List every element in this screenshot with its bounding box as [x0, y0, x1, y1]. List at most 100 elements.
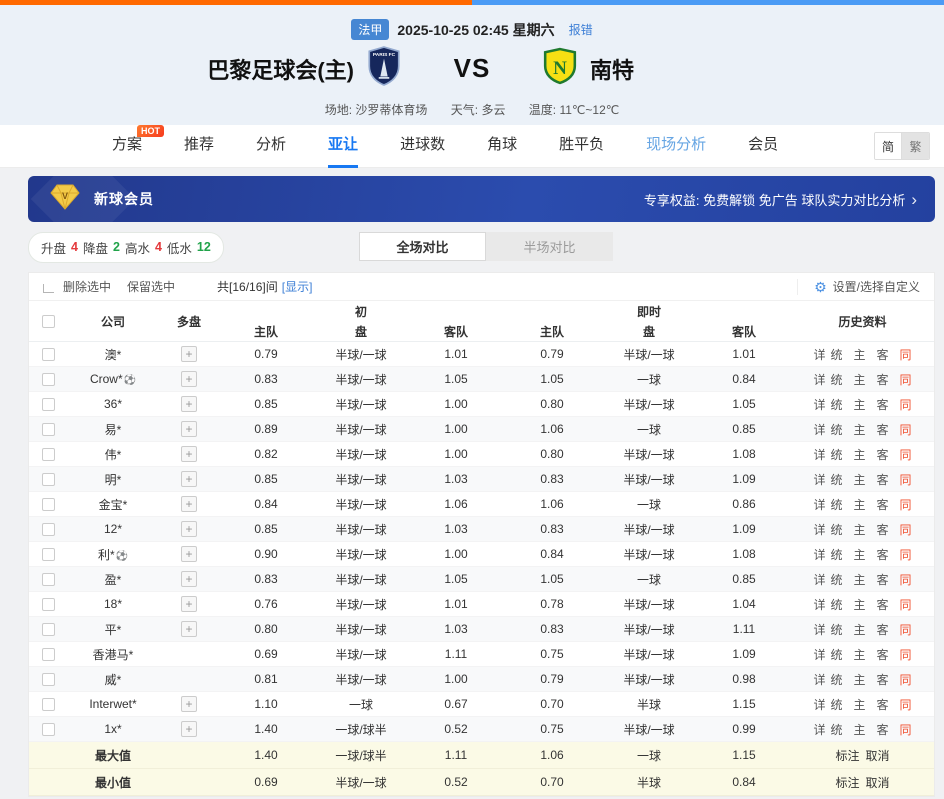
nav-tab-2[interactable]: 分析: [256, 125, 286, 168]
row-checkbox[interactable]: [42, 598, 55, 611]
history-link-2[interactable]: 主: [853, 446, 865, 463]
history-link-0[interactable]: 详: [813, 571, 825, 588]
cancel-button[interactable]: 取消: [866, 776, 890, 790]
row-checkbox[interactable]: [42, 673, 55, 686]
nav-tab-3[interactable]: 亚让: [328, 125, 358, 168]
history-link-0[interactable]: 详: [813, 421, 825, 438]
vip-benefits[interactable]: 专享权益: 免费解锁 免广告 球队实力对比分析: [644, 190, 905, 209]
history-link-4[interactable]: 同: [900, 521, 912, 538]
row-checkbox[interactable]: [42, 423, 55, 436]
row-checkbox[interactable]: [42, 623, 55, 636]
history-link-0[interactable]: 详: [813, 521, 825, 538]
expand-plus-button[interactable]: +: [181, 571, 197, 587]
history-link-1[interactable]: 统: [830, 696, 842, 713]
history-link-4[interactable]: 同: [900, 621, 912, 638]
row-checkbox[interactable]: [42, 498, 55, 511]
row-checkbox[interactable]: [42, 473, 55, 486]
company-name[interactable]: 盈*: [67, 571, 159, 588]
history-link-4[interactable]: 同: [900, 696, 912, 713]
history-link-2[interactable]: 主: [853, 371, 865, 388]
history-link-2[interactable]: 主: [853, 646, 865, 663]
row-checkbox[interactable]: [42, 573, 55, 586]
row-checkbox[interactable]: [42, 448, 55, 461]
history-link-0[interactable]: 详: [813, 446, 825, 463]
expand-plus-button[interactable]: +: [181, 421, 197, 437]
history-link-0[interactable]: 详: [813, 346, 825, 363]
history-link-1[interactable]: 统: [830, 546, 842, 563]
history-link-0[interactable]: 详: [813, 496, 825, 513]
history-link-3[interactable]: 客: [877, 571, 889, 588]
history-link-3[interactable]: 客: [877, 521, 889, 538]
expand-plus-button[interactable]: +: [181, 546, 197, 562]
history-link-1[interactable]: 统: [830, 396, 842, 413]
expand-plus-button[interactable]: +: [181, 521, 197, 537]
expand-plus-button[interactable]: +: [181, 371, 197, 387]
company-name[interactable]: Interwet*: [67, 697, 159, 711]
history-link-1[interactable]: 统: [830, 421, 842, 438]
select-all-checkbox[interactable]: [42, 315, 55, 328]
show-link[interactable]: [显示]: [282, 278, 313, 295]
history-link-2[interactable]: 主: [853, 596, 865, 613]
row-checkbox[interactable]: [42, 523, 55, 536]
expand-plus-button[interactable]: +: [181, 696, 197, 712]
expand-plus-button[interactable]: +: [181, 396, 197, 412]
league-badge[interactable]: 法甲: [351, 19, 389, 40]
mark-button[interactable]: 标注: [835, 776, 859, 790]
lang-simplified-button[interactable]: 简: [875, 133, 902, 159]
history-link-4[interactable]: 同: [900, 496, 912, 513]
history-link-2[interactable]: 主: [853, 621, 865, 638]
history-link-2[interactable]: 主: [853, 346, 865, 363]
vip-banner[interactable]: V 新球会员 专享权益: 免费解锁 免广告 球队实力对比分析 ›: [28, 176, 935, 222]
expand-plus-button[interactable]: +: [181, 596, 197, 612]
history-link-3[interactable]: 客: [877, 421, 889, 438]
company-name[interactable]: 12*: [67, 522, 159, 536]
expand-plus-button[interactable]: +: [181, 346, 197, 362]
history-link-4[interactable]: 同: [900, 371, 912, 388]
company-name[interactable]: 36*: [67, 397, 159, 411]
history-link-1[interactable]: 统: [830, 521, 842, 538]
history-link-1[interactable]: 统: [830, 471, 842, 488]
history-link-0[interactable]: 详: [813, 371, 825, 388]
history-link-2[interactable]: 主: [853, 421, 865, 438]
history-link-3[interactable]: 客: [877, 471, 889, 488]
nav-tab-7[interactable]: 现场分析: [646, 125, 706, 168]
expand-plus-button[interactable]: +: [181, 721, 197, 737]
company-name[interactable]: 1x*: [67, 722, 159, 736]
history-link-2[interactable]: 主: [853, 546, 865, 563]
history-link-0[interactable]: 详: [813, 721, 825, 738]
company-name[interactable]: 18*: [67, 597, 159, 611]
history-link-1[interactable]: 统: [830, 496, 842, 513]
history-link-4[interactable]: 同: [900, 646, 912, 663]
company-name[interactable]: Crow*⚽: [67, 372, 159, 386]
row-checkbox[interactable]: [42, 648, 55, 661]
history-link-3[interactable]: 客: [877, 671, 889, 688]
history-link-3[interactable]: 客: [877, 646, 889, 663]
history-link-0[interactable]: 详: [813, 471, 825, 488]
history-link-4[interactable]: 同: [900, 446, 912, 463]
history-link-4[interactable]: 同: [900, 421, 912, 438]
history-link-1[interactable]: 统: [830, 596, 842, 613]
history-link-3[interactable]: 客: [877, 396, 889, 413]
history-link-3[interactable]: 客: [877, 446, 889, 463]
nav-tab-0[interactable]: 方案HOT: [112, 125, 142, 168]
history-link-0[interactable]: 详: [813, 696, 825, 713]
expand-plus-button[interactable]: +: [181, 496, 197, 512]
history-link-2[interactable]: 主: [853, 496, 865, 513]
history-link-0[interactable]: 详: [813, 671, 825, 688]
row-checkbox[interactable]: [42, 698, 55, 711]
company-name[interactable]: 明*: [67, 471, 159, 488]
keep-selected-button[interactable]: 保留选中: [127, 278, 175, 295]
history-link-3[interactable]: 客: [877, 546, 889, 563]
history-link-3[interactable]: 客: [877, 696, 889, 713]
company-name[interactable]: 澳*: [67, 346, 159, 363]
settings-button[interactable]: ⚙ 设置/选择自定义: [797, 279, 920, 295]
history-link-2[interactable]: 主: [853, 721, 865, 738]
expand-plus-button[interactable]: +: [181, 471, 197, 487]
history-link-1[interactable]: 统: [830, 346, 842, 363]
company-name[interactable]: 金宝*: [67, 496, 159, 513]
row-checkbox[interactable]: [42, 548, 55, 561]
history-link-1[interactable]: 统: [830, 646, 842, 663]
row-checkbox[interactable]: [42, 723, 55, 736]
row-checkbox[interactable]: [42, 398, 55, 411]
history-link-0[interactable]: 详: [813, 646, 825, 663]
